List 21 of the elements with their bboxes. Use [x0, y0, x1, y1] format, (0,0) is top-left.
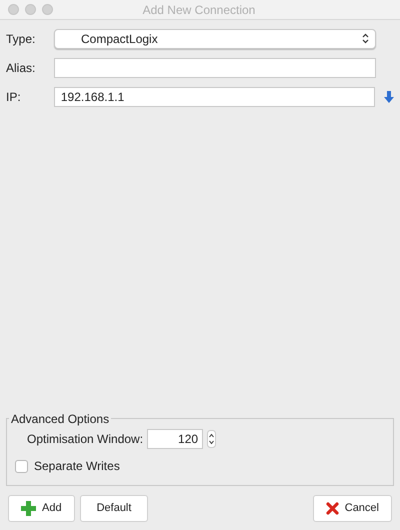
field-label: Alias: [6, 60, 36, 76]
default-button[interactable]: Default [80, 494, 148, 522]
window-control-button[interactable] [8, 4, 19, 15]
input-field[interactable]: 192.168.1.1 [54, 86, 376, 106]
checkbox[interactable] [15, 460, 28, 472]
stepper-arrows-icon [362, 33, 369, 44]
field-label: Optimisation Window: [27, 431, 144, 448]
window-control-button[interactable] [42, 4, 53, 15]
field-label: Type: [6, 30, 36, 48]
down-arrow-icon[interactable] [384, 90, 394, 102]
window-title: Add New Connection [142, 2, 256, 18]
plus-icon [21, 500, 36, 516]
field-label: IP: [6, 88, 22, 106]
stepper-icon[interactable] [207, 430, 216, 448]
add-button[interactable]: Add [8, 494, 75, 522]
type-dropdown[interactable]: CompactLogix [54, 28, 376, 48]
cancel-button[interactable]: Cancel [312, 494, 392, 522]
checkbox-label: Separate Writes [34, 458, 120, 475]
close-icon [326, 502, 339, 514]
number-field[interactable]: 120 [147, 429, 204, 449]
window-control-button[interactable] [25, 4, 36, 15]
